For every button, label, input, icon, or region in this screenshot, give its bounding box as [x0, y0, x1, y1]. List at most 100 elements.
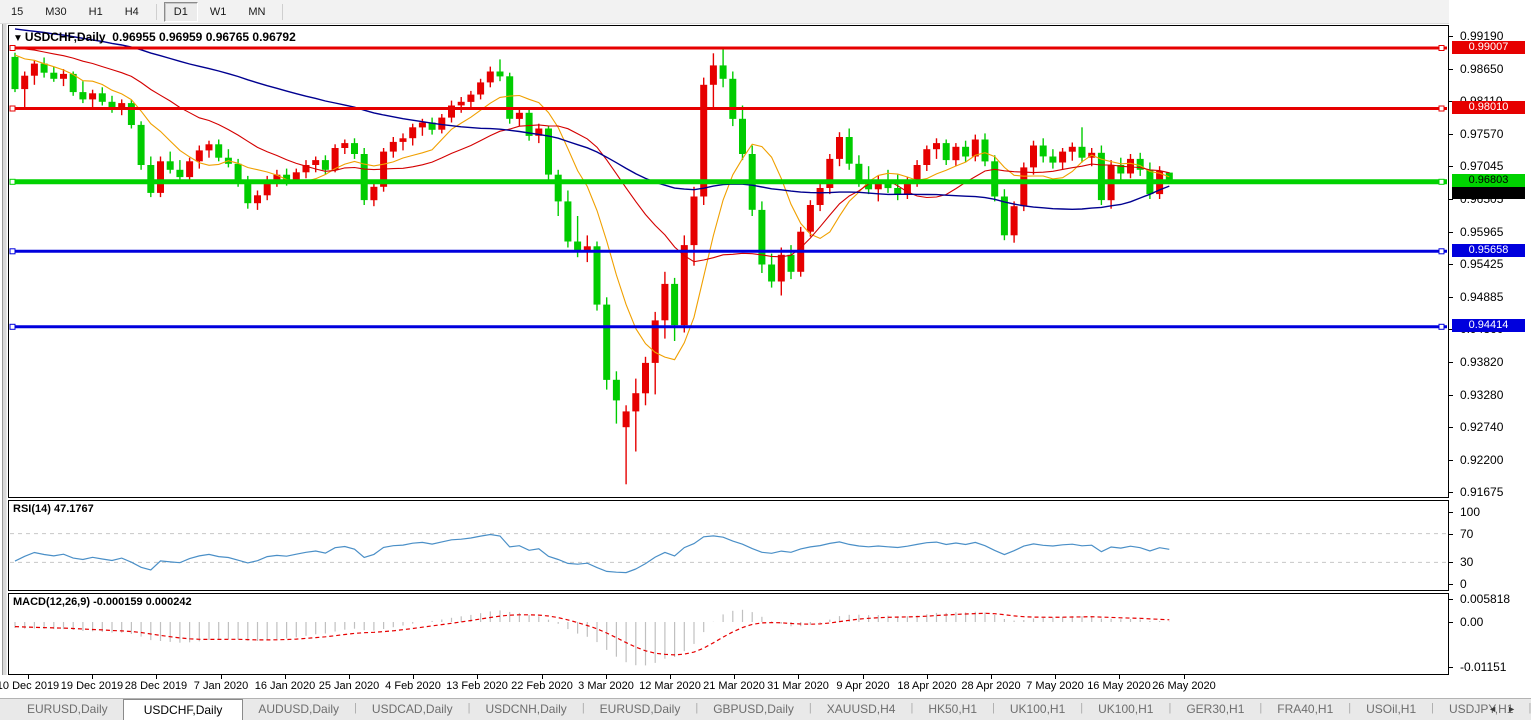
time-axis[interactable]: 10 Dec 201919 Dec 201928 Dec 20197 Jan 2…: [0, 675, 1531, 698]
macd-tick: [1449, 622, 1453, 623]
ma-8-line: [15, 55, 1169, 360]
rsi-scale-label: 30: [1460, 555, 1473, 569]
rsi-panel[interactable]: [8, 500, 1449, 591]
time-tick: [542, 675, 543, 679]
rsi-line: [15, 535, 1169, 573]
price-tick: [1449, 492, 1453, 493]
rsi-tick: [1449, 512, 1453, 513]
time-tick: [1119, 675, 1120, 679]
price-tick-label: 0.97045: [1460, 159, 1503, 173]
line-handle[interactable]: [1439, 106, 1444, 111]
time-tick: [670, 675, 671, 679]
time-tick: [156, 675, 157, 679]
time-tick: [221, 675, 222, 679]
time-tick: [28, 675, 29, 679]
rsi-indicator-label: RSI(14) 47.1767: [13, 503, 94, 515]
price-tick-label: 0.91675: [1460, 485, 1503, 499]
price-scale[interactable]: 0.991900.986500.981100.975700.970450.965…: [1449, 0, 1531, 698]
time-tick: [927, 675, 928, 679]
price-tick-label: 0.93820: [1460, 355, 1503, 369]
time-tick: [798, 675, 799, 679]
tab-audusd-daily[interactable]: AUDUSD,Daily: [243, 699, 354, 720]
price-tick: [1449, 199, 1453, 200]
time-tick: [734, 675, 735, 679]
price-tick: [1449, 69, 1453, 70]
timeframe-toolbar: 15M30H1H4 D1W1MN: [0, 0, 1531, 24]
price-tick-label: 0.92200: [1460, 453, 1503, 467]
price-tick: [1449, 232, 1453, 233]
line-handle[interactable]: [10, 324, 15, 329]
time-tick: [285, 675, 286, 679]
toolbar-separator: [282, 4, 283, 20]
line-handle[interactable]: [10, 179, 15, 184]
tab-uk100-h1[interactable]: UK100,H1: [995, 699, 1080, 720]
line-handle[interactable]: [1439, 46, 1444, 51]
tab-usdcad-daily[interactable]: USDCAD,Daily: [357, 699, 468, 720]
macd-histogram: [15, 610, 1169, 666]
time-tick-label: 26 May 2020: [1136, 680, 1232, 692]
price-tick: [1449, 297, 1453, 298]
time-tick: [1184, 675, 1185, 679]
price-tick-label: 0.93280: [1460, 388, 1503, 402]
macd-chart-canvas: [9, 594, 1448, 674]
timeframe-button-15[interactable]: 15: [1, 2, 33, 22]
tab-usdcnh-daily[interactable]: USDCNH,Daily: [470, 699, 581, 720]
rsi-tick: [1449, 584, 1453, 585]
timeframe-button-d1[interactable]: D1: [164, 2, 198, 22]
line-price-label: 0.99007: [1452, 41, 1525, 54]
tab-fra40-h1[interactable]: FRA40,H1: [1262, 699, 1348, 720]
price-tick-label: 0.94885: [1460, 290, 1503, 304]
tab-scroll-left-icon[interactable]: ◄: [1488, 704, 1507, 714]
tab-usoil-h1[interactable]: USOil,H1: [1351, 699, 1431, 720]
current-price-marker: [1452, 187, 1525, 199]
line-handle[interactable]: [10, 249, 15, 254]
tab-eurusd-daily[interactable]: EURUSD,Daily: [585, 699, 696, 720]
price-tick-label: 0.97570: [1460, 127, 1503, 141]
chart-tab-bar: EURUSD,DailyUSDCHF,DailyAUDUSD,Daily|USD…: [0, 698, 1531, 720]
time-tick: [349, 675, 350, 679]
timeframe-button-w1[interactable]: W1: [200, 2, 237, 22]
main-price-chart[interactable]: [8, 25, 1449, 498]
trading-platform-window: 15M30H1H4D1W1MN ▼USDCHF,Daily 0.96955 0.…: [0, 0, 1531, 720]
candles-layer: [12, 48, 1173, 485]
price-tick: [1449, 362, 1453, 363]
rsi-scale-label: 0: [1460, 577, 1467, 591]
line-handle[interactable]: [1439, 324, 1444, 329]
line-price-label: 0.98010: [1452, 101, 1525, 114]
tab-usdchf-daily[interactable]: USDCHF,Daily: [123, 699, 244, 720]
tab-scroll-right-icon[interactable]: ►: [1507, 704, 1526, 714]
tab-gbpusd-daily[interactable]: GBPUSD,Daily: [698, 699, 809, 720]
rsi-tick: [1449, 534, 1453, 535]
price-tick-label: 0.95965: [1460, 225, 1503, 239]
price-tick: [1449, 427, 1453, 428]
tab-ger30-h1[interactable]: GER30,H1: [1171, 699, 1259, 720]
macd-panel[interactable]: [8, 593, 1449, 675]
tab-uk100-h1[interactable]: UK100,H1: [1083, 699, 1168, 720]
line-handle[interactable]: [1439, 249, 1444, 254]
price-tick: [1449, 264, 1453, 265]
tab-eurusd-daily[interactable]: EURUSD,Daily: [12, 699, 123, 720]
timeframe-button-h4[interactable]: H4: [115, 2, 149, 22]
tab-hk50-h1[interactable]: HK50,H1: [913, 699, 992, 720]
timeframe-button-m30[interactable]: M30: [35, 2, 76, 22]
tab-xauusd-h4[interactable]: XAUUSD,H4: [812, 699, 911, 720]
price-tick: [1449, 36, 1453, 37]
chart-title-ohlc: 0.96955 0.96959 0.96765 0.96792: [112, 30, 296, 44]
time-tick: [477, 675, 478, 679]
macd-scale-label: 0.00: [1460, 615, 1483, 629]
left-window-edge: [2, 24, 7, 698]
price-tick: [1449, 395, 1453, 396]
price-tick: [1449, 460, 1453, 461]
rsi-scale-label: 70: [1460, 527, 1473, 541]
price-tick-label: 0.92740: [1460, 420, 1503, 434]
price-tick-label: 0.95425: [1460, 257, 1503, 271]
line-handle[interactable]: [1439, 179, 1444, 184]
line-handle[interactable]: [10, 106, 15, 111]
chart-title: ▼USDCHF,Daily 0.96955 0.96959 0.96765 0.…: [13, 30, 296, 44]
line-price-label: 0.94414: [1452, 319, 1525, 332]
chart-dropdown-arrow-icon: ▼: [13, 33, 23, 44]
timeframe-button-h1[interactable]: H1: [79, 2, 113, 22]
rsi-scale-label: 100: [1460, 505, 1480, 519]
line-handle[interactable]: [10, 46, 15, 51]
timeframe-button-mn[interactable]: MN: [238, 2, 275, 22]
